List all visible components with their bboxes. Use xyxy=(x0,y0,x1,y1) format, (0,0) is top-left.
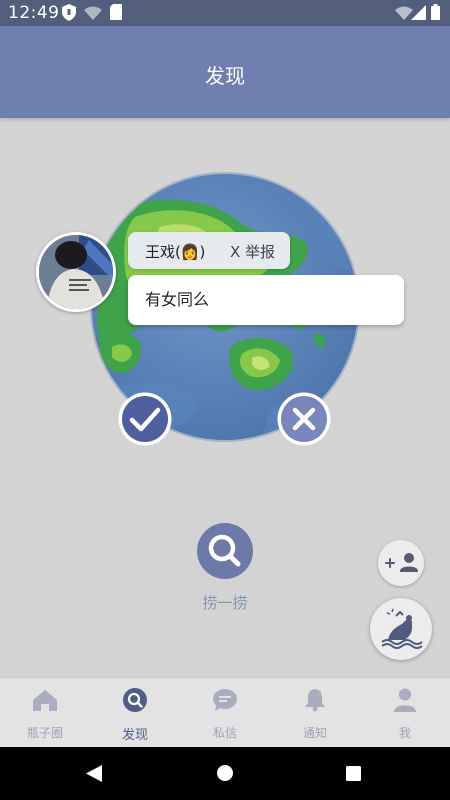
throw-bottle-icon xyxy=(381,608,423,649)
shield-icon xyxy=(62,4,76,21)
report-button[interactable]: X 举报 xyxy=(230,241,275,262)
nav-item-bottle-circle[interactable]: 瓶子圈 xyxy=(0,678,90,748)
system-navigation-bar xyxy=(0,747,450,800)
nav-label: 发现 xyxy=(121,728,148,743)
avatar-photo xyxy=(39,235,113,309)
bell-icon xyxy=(305,689,325,712)
accept-button[interactable] xyxy=(117,391,173,447)
home-circle-icon[interactable] xyxy=(217,765,233,781)
nav-label: 我 xyxy=(398,726,411,740)
home-icon xyxy=(33,690,57,711)
bottle-sender-card: 王戏(👩) X 举报 xyxy=(128,232,290,269)
wifi-question-icon xyxy=(84,6,102,20)
add-friend-button[interactable] xyxy=(378,540,424,586)
back-icon[interactable] xyxy=(86,765,102,782)
search-bottle-button[interactable] xyxy=(197,523,253,579)
status-time: 12:49 xyxy=(8,3,60,23)
app-header: 发现 xyxy=(0,26,450,118)
nav-item-messages[interactable]: 私信 xyxy=(180,678,270,748)
recents-icon[interactable] xyxy=(346,766,361,781)
add-user-icon xyxy=(385,553,418,572)
sender-avatar[interactable] xyxy=(36,232,116,312)
bottle-message-card: 有女同么 xyxy=(128,275,404,325)
nav-label: 瓶子圈 xyxy=(26,726,63,740)
status-bar: 12:49 xyxy=(0,0,450,26)
reject-button[interactable] xyxy=(276,391,332,447)
battery-icon xyxy=(431,4,440,20)
nav-label: 通知 xyxy=(302,726,327,740)
sender-name: 王戏(👩) xyxy=(145,243,206,261)
nav-item-notifications[interactable]: 通知 xyxy=(270,678,360,748)
throw-bottle-button[interactable] xyxy=(370,598,432,660)
signal-icon xyxy=(411,5,426,20)
bottle-message: 有女同么 xyxy=(145,290,210,309)
bottom-navigation: 瓶子圈 发现 私信 通知 我 xyxy=(0,677,450,748)
discover-icon xyxy=(123,688,147,712)
search-icon xyxy=(208,534,241,567)
chat-icon xyxy=(213,689,237,711)
page-title: 发现 xyxy=(205,64,245,88)
nav-label: 私信 xyxy=(212,726,237,740)
nav-item-me[interactable]: 我 xyxy=(360,678,450,748)
person-icon xyxy=(394,688,416,712)
sim-card-icon xyxy=(110,4,122,20)
nav-item-discover[interactable]: 发现 xyxy=(90,678,180,748)
